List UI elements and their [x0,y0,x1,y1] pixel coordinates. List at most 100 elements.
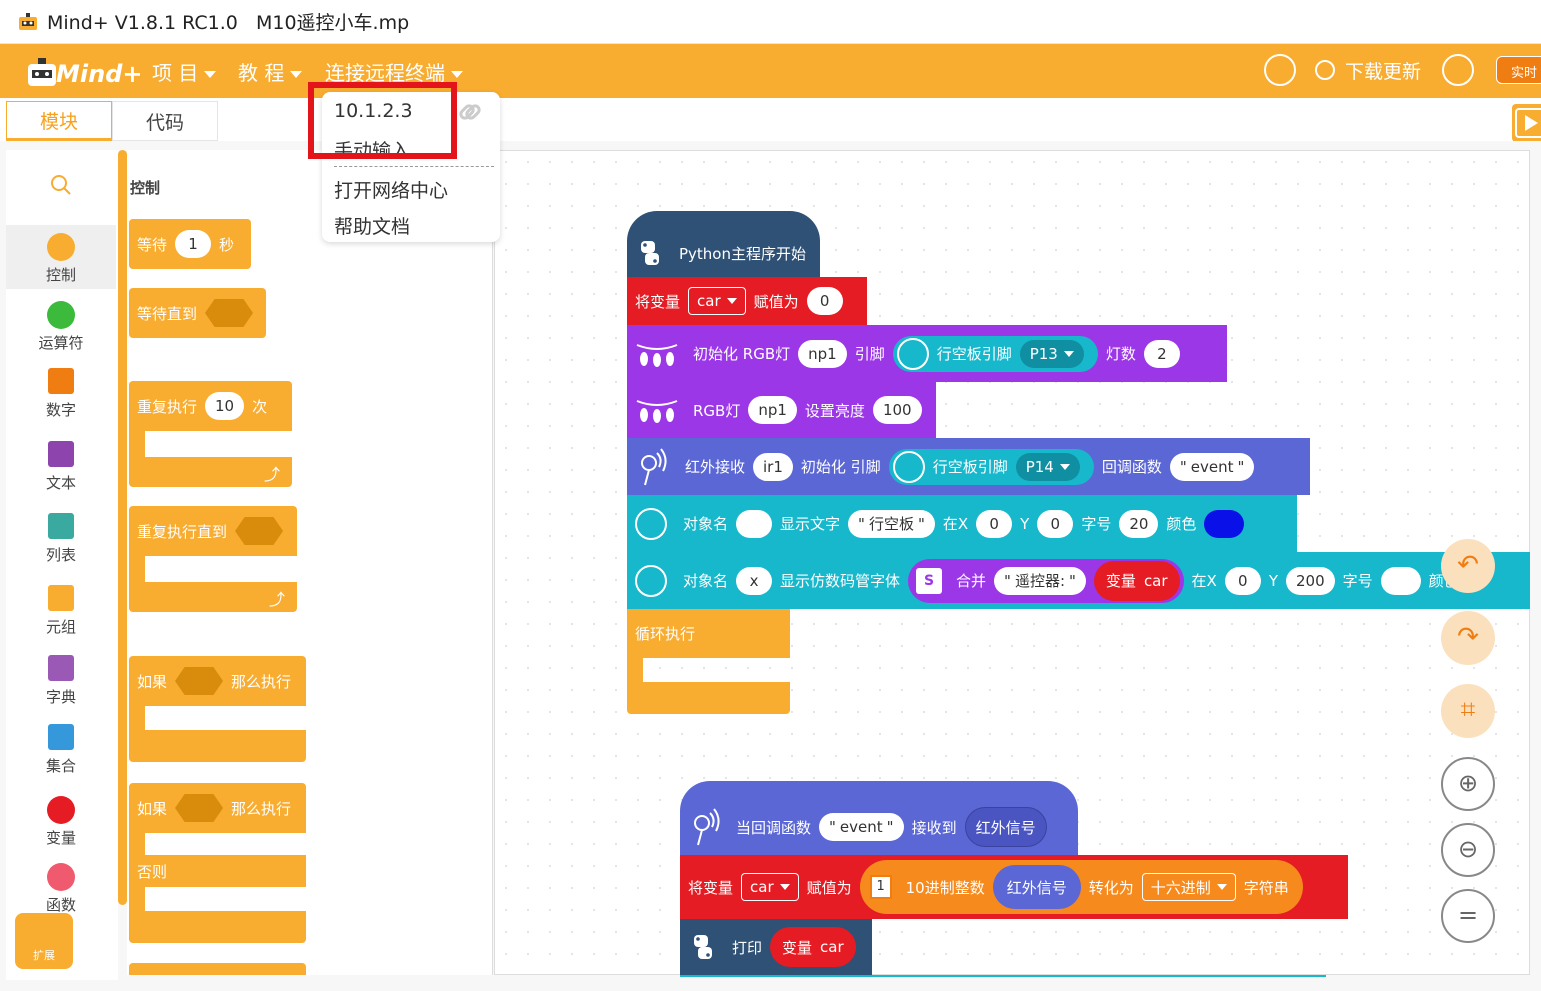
repeat-until-footer: ⤴ [129,582,297,612]
x-field[interactable]: 0 [1224,566,1261,595]
print-block[interactable]: 打印 变量 car [680,919,872,975]
y-field[interactable]: 0 [1037,509,1074,538]
number-convert-reporter[interactable]: 1 10进制整数 红外信号 转化为 十六进制 字符串 [859,860,1303,914]
if-else-block[interactable]: 如果 那么执行 [129,783,306,833]
color-swatch[interactable] [1204,509,1245,538]
rgb-brightness-block[interactable]: RGB灯 np1 设置亮度 100 [627,382,936,438]
condition-slot[interactable] [175,794,224,822]
menu-tutorial[interactable]: 教 程 [238,57,303,86]
object-name-field[interactable] [736,509,773,538]
help-docs-option[interactable]: 帮助文档 [334,212,410,239]
pin-dropdown[interactable]: P14 [1015,452,1080,481]
forever-block[interactable]: 循环执行 [627,609,790,658]
extension-button[interactable]: 扩展 [15,913,73,969]
ir-signal-reporter[interactable]: 红外信号 [992,865,1081,909]
variable-reporter[interactable]: 变量 car [1093,560,1180,601]
set-variable-convert-block[interactable]: 将变量 car 赋值为 1 10进制整数 红外信号 转化为 十六进制 字符串 [680,855,1348,919]
brightness-value[interactable]: 100 [872,396,922,424]
crop-button[interactable]: ⌗ [1441,684,1495,738]
board-pin-reporter[interactable]: 行空板引脚 P14 [888,448,1094,485]
category-9[interactable]: 函数 [6,855,116,919]
category-1[interactable]: 运算符 [6,293,116,357]
join-reporter[interactable]: S 合并 " 遥控器: " 变量 car [908,558,1184,603]
join-text-field[interactable]: " 遥控器: " [994,566,1086,595]
variable-reporter[interactable]: 变量 car [770,927,856,967]
category-7[interactable]: 集合 [6,716,116,780]
forever-arm [627,658,643,682]
ir-signal-reporter[interactable]: 红外信号 [964,807,1047,847]
show-text-block[interactable]: 对象名 显示文字 " 行空板 " 在X 0 Y 0 字号 20 颜色 [627,495,1297,552]
pin-dropdown[interactable]: P13 [1019,339,1084,368]
category-3[interactable]: 文本 [6,433,116,497]
category-0[interactable]: 控制 [6,225,116,289]
run-button[interactable] [1512,104,1541,142]
variable-dropdown[interactable]: car [688,287,746,315]
dashboard-icon[interactable] [1264,54,1296,86]
category-5[interactable]: 元组 [6,577,116,641]
variable-dropdown[interactable]: car [741,873,799,901]
else-bar: 否则 [129,855,306,887]
repeat-value[interactable]: 10 [205,392,245,420]
font-size-field[interactable]: 20 [1119,509,1159,538]
variable-dot-icon [47,796,75,824]
ir-receive-init-block[interactable]: 红外接收 ir1 初始化 引脚 行空板引脚 P14 回调函数 " event " [627,438,1310,495]
show-digit-font-block[interactable]: 对象名 x 显示仿数码管字体 S 合并 " 遥控器: " 变量 car 在X 0 … [627,552,1530,609]
redo-icon: ↷ [1457,622,1479,652]
wait-block[interactable]: 等待 1 秒 [129,219,251,269]
text-field[interactable]: " 行空板 " [848,509,935,538]
reset-zoom-button[interactable]: = [1441,889,1495,943]
redo-button[interactable]: ↷ [1441,611,1495,665]
repeat-until-block[interactable]: 重复执行直到 [129,506,297,556]
python-main-hat-block[interactable]: Python主程序开始 [627,211,820,277]
y-field[interactable]: 200 [1286,566,1335,595]
zoom-out-button[interactable]: ⊖ [1441,823,1495,877]
wait-value[interactable]: 1 [175,230,212,258]
pin-label: 引脚 [854,345,885,363]
zoom-in-button[interactable]: ⊕ [1441,757,1495,811]
category-6[interactable]: 字典 [6,647,116,711]
x-field[interactable]: 0 [976,509,1013,538]
category-2[interactable]: 数字 [6,360,116,424]
category-4[interactable]: 列表 [6,505,116,569]
feedback-edit-icon[interactable] [1442,54,1474,86]
menu-project[interactable]: 项 目 [152,57,217,86]
init-rgb-block[interactable]: 初始化 RGB灯 np1 引脚 行空板引脚 P13 灯数 2 [627,325,1227,382]
wait-until-block[interactable]: 等待直到 [129,288,266,338]
palette-scrollbar[interactable] [118,150,127,905]
board-pin-reporter[interactable]: 行空板引脚 P13 [892,335,1098,372]
condition-slot[interactable] [175,667,224,695]
tab-blocks[interactable]: 模块 [6,101,112,141]
callback-field[interactable]: " event " [1169,452,1255,481]
font-size-field[interactable] [1380,566,1421,595]
chevron-down-icon [451,71,463,78]
repeat-label: 重复执行 [137,397,198,416]
pin-value: P13 [1029,344,1058,363]
led-count-field[interactable]: 2 [1143,339,1180,368]
tuple-icon [48,585,74,611]
category-label: 数字 [45,401,76,419]
search-icon[interactable] [50,174,72,196]
chevron-down-icon [779,884,790,890]
callback-hat-block[interactable]: 当回调函数 " event " 接收到 红外信号 [680,781,1078,855]
realtime-button[interactable]: 实时 [1496,56,1541,84]
repeat-until-arm [129,556,145,582]
undo-button[interactable]: ↶ [1441,539,1495,593]
if-then-block[interactable]: 如果 那么执行 [129,656,306,706]
open-network-center-option[interactable]: 打开网络中心 [334,176,448,203]
condition-slot[interactable] [235,517,284,545]
category-label: 函数 [45,896,76,914]
set-variable-block[interactable]: 将变量 car 赋值为 0 [627,277,867,325]
rgb-name-field[interactable]: np1 [798,339,847,368]
download-update-button[interactable]: 下载更新 [1315,54,1435,88]
assign-value[interactable]: 0 [806,287,843,315]
object-name-field[interactable]: x [736,566,773,595]
category-label: 字典 [45,688,76,706]
ir-name-field[interactable]: ir1 [753,452,793,481]
category-8[interactable]: 变量 [6,788,116,852]
callback-field[interactable]: " event " [819,813,904,841]
format-dropdown[interactable]: 十六进制 [1141,873,1236,901]
tab-code[interactable]: 代码 [112,101,218,141]
rgb-name-field[interactable]: np1 [748,396,797,424]
repeat-block[interactable]: 重复执行 10 次 [129,381,292,431]
condition-slot[interactable] [205,299,254,327]
